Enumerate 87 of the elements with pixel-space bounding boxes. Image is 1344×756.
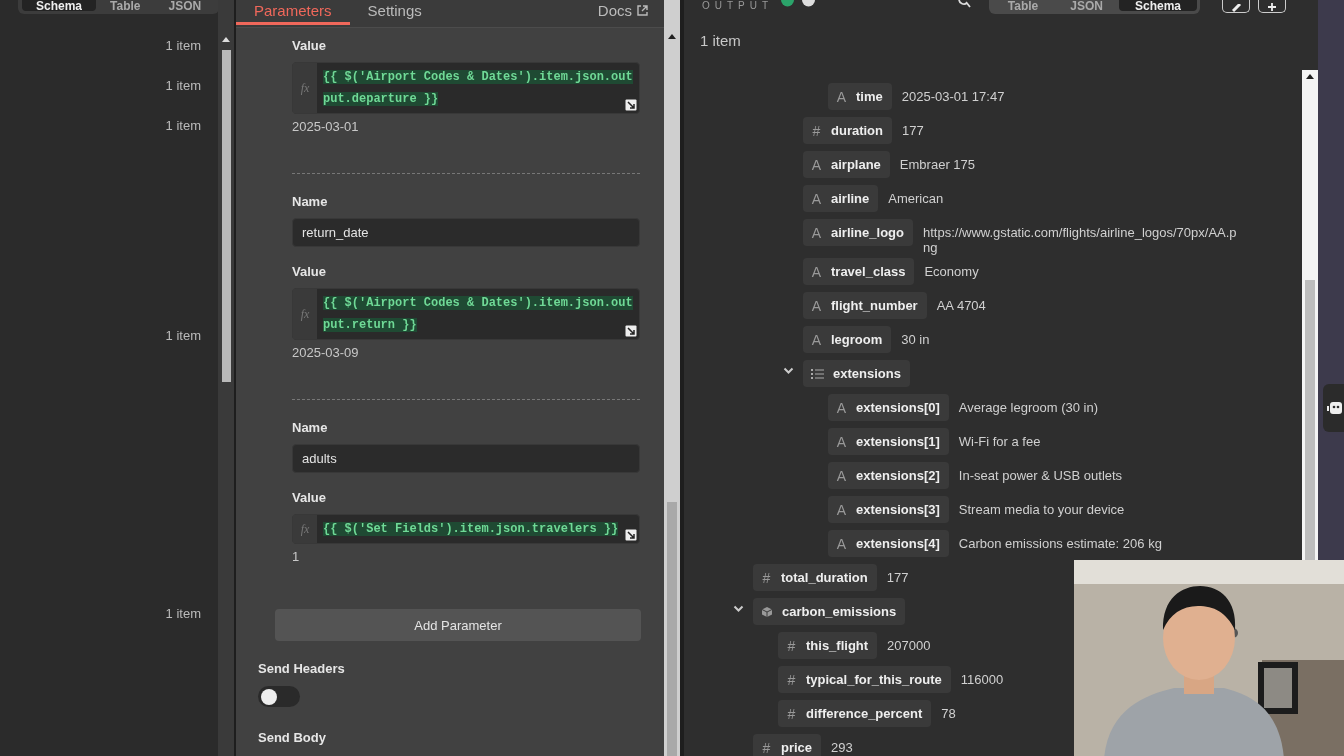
schema-value: American bbox=[887, 190, 944, 206]
schema-key: A extensions[0] bbox=[828, 394, 949, 421]
schema-value: 177 bbox=[885, 569, 909, 585]
schema-key: # difference_percent bbox=[778, 700, 932, 727]
panel-tab[interactable]: Settings bbox=[349, 0, 440, 25]
schema-value: Economy bbox=[923, 263, 979, 279]
docs-link[interactable]: Docs bbox=[597, 0, 648, 20]
schema-key: A flight_number bbox=[803, 292, 927, 319]
toggle-switch[interactable] bbox=[258, 686, 300, 707]
item-count: 1 item bbox=[165, 118, 201, 134]
schema-key: A extensions[4] bbox=[828, 530, 949, 557]
field-label: Name bbox=[292, 194, 329, 210]
schema-value: Wi-Fi for a fee bbox=[957, 433, 1041, 449]
schema-key: A extensions[1] bbox=[828, 428, 949, 455]
external-link-icon bbox=[637, 4, 648, 16]
field-label: Value bbox=[292, 490, 327, 506]
edit-button[interactable] bbox=[1222, 0, 1250, 13]
schema-value: Embraer 175 bbox=[898, 156, 975, 172]
schema-value: 116000 bbox=[959, 671, 1004, 687]
schema-value: https://www.gstatic.com/flights/airline_logos/70px/AA.png bbox=[921, 224, 1238, 255]
scrollbar-thumb[interactable] bbox=[1305, 280, 1315, 560]
expression-result: 2025-03-09 bbox=[292, 345, 360, 361]
schema-key: A extensions[3] bbox=[828, 496, 949, 523]
schema-value: 207000 bbox=[886, 637, 931, 653]
schema-key: A extensions[2] bbox=[828, 462, 949, 489]
robot-icon[interactable] bbox=[1326, 399, 1343, 417]
schema-value: In-seat power & USB outlets bbox=[957, 467, 1123, 483]
name-input[interactable]: return_date bbox=[292, 218, 640, 247]
scroll-up-icon[interactable] bbox=[221, 35, 231, 43]
schema-key: A time bbox=[828, 83, 892, 110]
list-icon bbox=[811, 368, 824, 379]
schema-key: A travel_class bbox=[803, 258, 915, 285]
panel-tab[interactable]: Parameters bbox=[236, 0, 350, 25]
field-label: Value bbox=[292, 38, 327, 54]
scroll-up-icon[interactable] bbox=[1305, 72, 1315, 80]
item-count: 1 item bbox=[165, 606, 201, 622]
chevron-icon[interactable] bbox=[783, 367, 794, 375]
schema-value: 78 bbox=[940, 705, 956, 721]
scroll-up-icon[interactable] bbox=[667, 32, 677, 40]
field-label: Value bbox=[292, 264, 327, 280]
scrollbar-thumb[interactable] bbox=[222, 50, 231, 382]
schema-value: 293 bbox=[830, 739, 853, 755]
view-tab[interactable]: Table bbox=[991, 0, 1055, 11]
field-label: Name bbox=[292, 420, 329, 436]
schema-key: A airplane bbox=[803, 151, 890, 178]
add-parameter-button[interactable]: Add Parameter bbox=[275, 609, 641, 641]
chevron-icon[interactable] bbox=[733, 605, 744, 613]
schema-key: A legroom bbox=[803, 326, 892, 353]
expression-result: 1 bbox=[292, 549, 301, 565]
schema-value: Average legroom (30 in) bbox=[957, 399, 1099, 415]
panel-title: OUTPUT bbox=[702, 0, 774, 11]
schema-value: Carbon emissions estimate: 206 kg bbox=[957, 535, 1162, 551]
item-count: 1 item bbox=[165, 78, 201, 94]
success-icon bbox=[781, 0, 795, 8]
schema-key: # typical_for_this_route bbox=[778, 666, 951, 693]
schema-key: A airline_logo bbox=[803, 219, 913, 246]
schema-value: 2025-03-01 17:47 bbox=[900, 88, 1005, 104]
item-count: 1 item bbox=[165, 328, 201, 344]
schema-value: AA 4704 bbox=[935, 297, 986, 313]
info-icon[interactable] bbox=[802, 0, 816, 8]
scrollbar-thumb[interactable] bbox=[667, 502, 677, 756]
schema-key: extensions bbox=[803, 360, 910, 387]
view-tab[interactable]: Table bbox=[96, 0, 155, 11]
pencil-icon bbox=[1230, 4, 1242, 12]
item-count: 1 item bbox=[699, 31, 742, 50]
field-label: Send Body bbox=[258, 730, 327, 746]
view-tab[interactable]: JSON bbox=[154, 0, 216, 11]
schema-value: Stream media to your device bbox=[957, 501, 1125, 517]
schema-value: 177 bbox=[901, 122, 924, 138]
item-count: 1 item bbox=[165, 38, 201, 54]
cube-icon bbox=[761, 605, 773, 618]
schema-value: 30 in bbox=[900, 331, 930, 347]
plus-icon bbox=[1267, 3, 1277, 12]
schema-key: # price bbox=[753, 734, 822, 756]
schema-key: # duration bbox=[803, 117, 892, 144]
schema-key: # total_duration bbox=[753, 564, 877, 591]
view-tab[interactable]: Schema bbox=[22, 0, 97, 11]
view-tab[interactable]: JSON bbox=[1054, 0, 1119, 11]
expression-result: 2025-03-01 bbox=[292, 119, 360, 135]
schema-key: carbon_emissions bbox=[753, 598, 906, 625]
schema-key: A airline bbox=[803, 185, 879, 212]
field-label: Send Headers bbox=[258, 661, 346, 677]
view-tab[interactable]: Schema bbox=[1118, 0, 1197, 11]
schema-key: # this_flight bbox=[778, 632, 878, 659]
name-input[interactable]: adults bbox=[292, 444, 640, 473]
add-button[interactable] bbox=[1258, 0, 1286, 13]
search-icon[interactable] bbox=[956, 0, 971, 8]
